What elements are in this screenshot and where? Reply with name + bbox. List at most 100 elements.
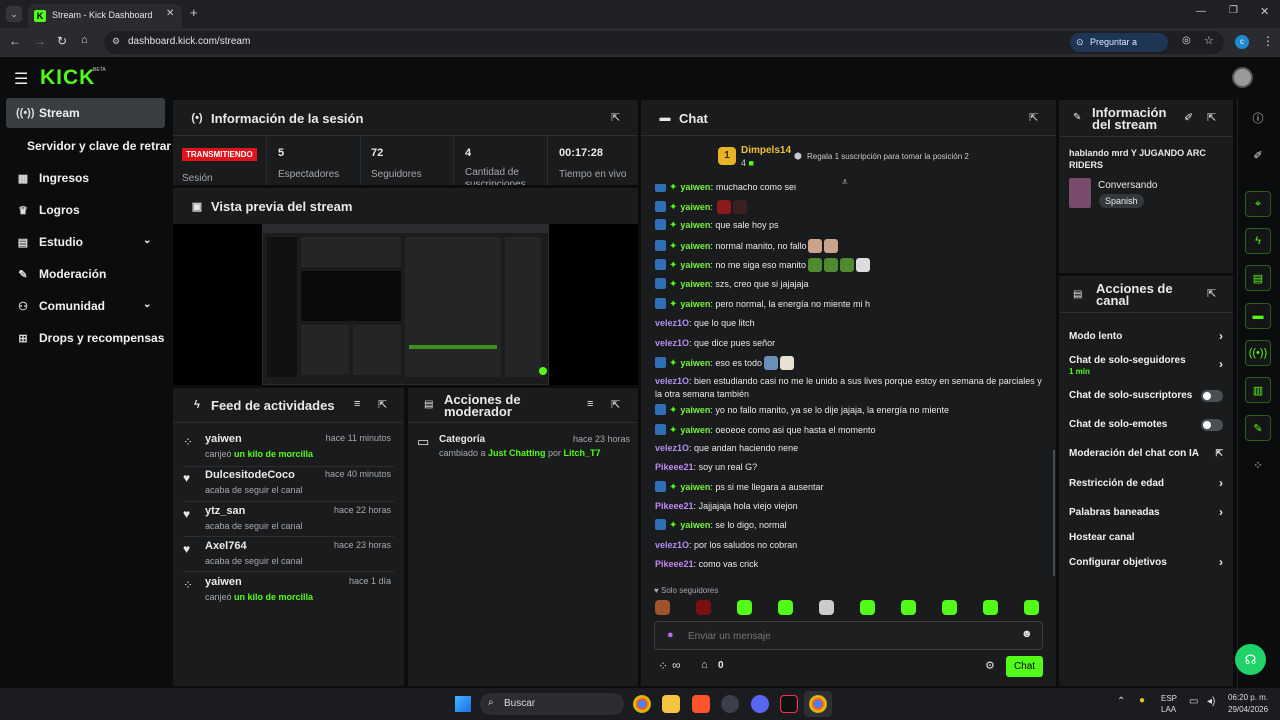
- windows-start-icon[interactable]: [455, 696, 471, 712]
- brave-icon[interactable]: [692, 695, 710, 713]
- taskbar-search[interactable]: ⌕ Buscar: [480, 693, 624, 715]
- lang-label[interactable]: ESP: [1161, 694, 1177, 703]
- hamburger-menu-icon[interactable]: ☰: [14, 69, 28, 89]
- emote-picker-item[interactable]: [778, 600, 793, 615]
- minimize-button[interactable]: —: [1196, 6, 1206, 17]
- tray-chevron-icon[interactable]: ⌃: [1117, 696, 1125, 707]
- chat-username[interactable]: yaiwen: [680, 279, 710, 289]
- store-icon[interactable]: ⌂: [701, 659, 708, 671]
- chat-username[interactable]: yaiwen:: [680, 184, 713, 192]
- top-gifter-name[interactable]: Dimpels14: [741, 145, 791, 156]
- clock-time[interactable]: 06:20 p. m.: [1228, 693, 1268, 702]
- chat-username[interactable]: velez1O: [655, 443, 689, 453]
- action-banned-words[interactable]: Palabras baneadas ›: [1069, 505, 1223, 519]
- kick-logo[interactable]: KICK: [40, 66, 95, 90]
- close-window-button[interactable]: ✕: [1260, 5, 1269, 18]
- chrome-icon[interactable]: [633, 695, 651, 713]
- emote-picker-item[interactable]: [901, 600, 916, 615]
- emote-icon[interactable]: [733, 200, 748, 214]
- file-explorer-icon[interactable]: [662, 695, 680, 713]
- bookmark-star-icon[interactable]: ☆: [1204, 34, 1214, 47]
- lang-sub-label[interactable]: LAA: [1161, 705, 1176, 714]
- restore-button[interactable]: ❐: [1229, 5, 1238, 16]
- chat-username[interactable]: Pikeee21: [655, 501, 694, 511]
- chat-scrollbar[interactable]: [1053, 450, 1055, 576]
- emote-picker-item[interactable]: [942, 600, 957, 615]
- action-slow-mode[interactable]: Modo lento ›: [1069, 329, 1223, 343]
- emote-picker-item[interactable]: [860, 600, 875, 615]
- steam-icon[interactable]: [721, 695, 739, 713]
- edit-pencil-icon[interactable]: ✐: [1184, 111, 1193, 124]
- sidebar-item-moderacion[interactable]: ✎ Moderación: [6, 259, 165, 289]
- sidebar-item-comunidad[interactable]: ⚇ Comunidad ⌄: [6, 291, 165, 321]
- action-host-channel[interactable]: Hostear canal: [1069, 532, 1223, 543]
- reload-icon[interactable]: ↻: [57, 34, 67, 48]
- profile-avatar[interactable]: c: [1235, 35, 1249, 49]
- clip-icon[interactable]: ⌖: [1245, 191, 1271, 217]
- wrench-icon[interactable]: ✎: [1245, 415, 1271, 441]
- menu-dots-icon[interactable]: ⋮: [1262, 34, 1274, 48]
- eye-off-icon[interactable]: ◎: [1182, 35, 1191, 46]
- gift-prompt[interactable]: Regala 1 suscripción para tomar la posic…: [807, 152, 969, 161]
- emote-picker-item[interactable]: [737, 600, 752, 615]
- popout-icon[interactable]: ⇱: [378, 398, 387, 411]
- home-icon[interactable]: ⌂: [81, 34, 88, 46]
- popout-icon[interactable]: ⇱: [1207, 111, 1216, 124]
- send-chat-button[interactable]: Chat: [1006, 656, 1043, 677]
- chat-username[interactable]: yaiwen: [680, 241, 710, 251]
- popout-icon[interactable]: ⇱: [1029, 111, 1038, 124]
- action-subs-only[interactable]: Chat de solo-suscriptores: [1069, 390, 1223, 402]
- filter-icon[interactable]: ≡: [354, 398, 360, 410]
- subs-only-toggle[interactable]: [1201, 390, 1223, 402]
- ask-google-button[interactable]: ⊙ Preguntar a Google: [1070, 33, 1168, 66]
- tab-list-button[interactable]: ⌄: [6, 6, 22, 22]
- sidebar-item-logros[interactable]: ♛ Logros: [6, 195, 165, 225]
- chat-username[interactable]: yaiwen: [680, 358, 710, 368]
- close-tab-icon[interactable]: ✕: [166, 8, 174, 19]
- clock-date[interactable]: 29/04/2026: [1228, 705, 1268, 714]
- action-followers-only[interactable]: Chat de solo-seguidores › 1 min: [1069, 355, 1223, 376]
- chat-username[interactable]: yaiwen: [680, 220, 710, 230]
- chat-input[interactable]: [688, 628, 1008, 644]
- edit-icon[interactable]: ✐: [1245, 142, 1271, 168]
- chat-username[interactable]: Pikeee21: [655, 559, 694, 569]
- chat-username[interactable]: velez1O: [655, 318, 689, 328]
- emote-icon[interactable]: [823, 258, 838, 272]
- address-bar[interactable]: ⚙ dashboard.kick.com/stream ⊙ Preguntar …: [104, 31, 1224, 66]
- sidebar-item-server-key[interactable]: Servidor y clave de retransmisión: [6, 131, 171, 161]
- chrome-active-icon[interactable]: [804, 691, 832, 717]
- info-icon[interactable]: ⓘ: [1245, 105, 1271, 131]
- layout-icon[interactable]: ▥: [1245, 377, 1271, 403]
- discord-icon[interactable]: [751, 695, 769, 713]
- back-icon[interactable]: ←: [9, 34, 21, 48]
- volume-icon[interactable]: ◂): [1207, 696, 1215, 707]
- chat-username[interactable]: yaiwen: [680, 299, 710, 309]
- filter-icon[interactable]: ≡: [587, 398, 593, 410]
- support-button[interactable]: ☊: [1235, 644, 1266, 675]
- chat-username[interactable]: Pikeee21: [655, 462, 694, 472]
- emote-picker-item[interactable]: [696, 600, 711, 615]
- popout-icon[interactable]: ⇱: [611, 398, 620, 411]
- chat-username[interactable]: velez1O: [655, 376, 689, 386]
- emote-icon[interactable]: [779, 356, 794, 370]
- emote-icon[interactable]: [824, 239, 839, 253]
- chat-input-box[interactable]: ● ☻: [654, 621, 1043, 650]
- emote-icon[interactable]: [808, 239, 823, 253]
- chat-username[interactable]: yaiwen: [680, 260, 710, 270]
- emote-picker-item[interactable]: [1024, 600, 1039, 615]
- tiktok-icon[interactable]: [780, 695, 798, 713]
- chat-username[interactable]: yaiwen: [680, 425, 710, 435]
- new-tab-button[interactable]: +: [190, 5, 198, 20]
- chat-username[interactable]: yaiwen: [680, 405, 710, 415]
- action-emotes-only[interactable]: Chat de solo-emotes: [1069, 419, 1223, 431]
- stream-category[interactable]: Conversando: [1098, 180, 1157, 191]
- bolt-icon[interactable]: ϟ: [1245, 228, 1271, 254]
- site-info-icon[interactable]: ⚙: [112, 36, 120, 47]
- chat-icon[interactable]: ▬: [1245, 303, 1271, 329]
- chat-username[interactable]: yaiwen: [680, 482, 710, 492]
- user-avatar[interactable]: [1232, 67, 1253, 88]
- emotes-only-toggle[interactable]: [1201, 419, 1223, 431]
- action-ai-moderation[interactable]: Moderación del chat con IA ⇱: [1069, 448, 1223, 459]
- popout-icon[interactable]: ⇱: [611, 111, 620, 124]
- sidebar-item-ingresos[interactable]: ▦ Ingresos: [6, 163, 165, 193]
